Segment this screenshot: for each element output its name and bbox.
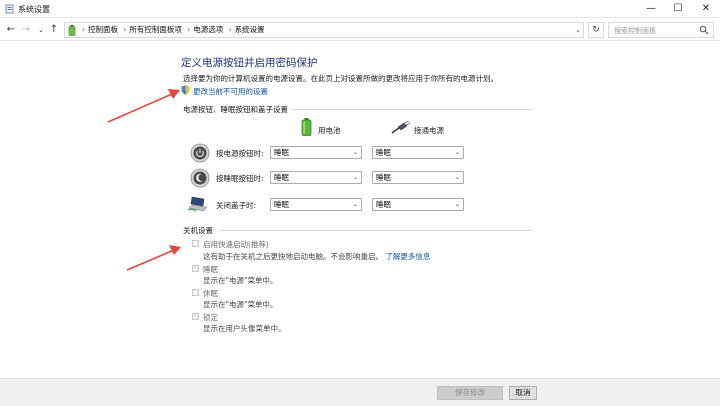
search-icon bbox=[699, 25, 709, 35]
refresh-button[interactable]: ↻ bbox=[588, 22, 604, 38]
chevron-down-icon: ⌄ bbox=[352, 174, 358, 181]
sleep-button-battery-select[interactable]: 睡眠 ⌄ bbox=[270, 171, 362, 184]
lock-checkbox[interactable] bbox=[192, 311, 199, 320]
sleep-option-description: 显示在"电源"菜单中。 bbox=[203, 276, 278, 285]
close-lid-label: 关闭盖子时: bbox=[216, 201, 257, 210]
forward-button[interactable]: → bbox=[19, 22, 33, 38]
lock-option-label: 锁定 bbox=[203, 313, 218, 322]
chevron-down-icon: ⌄ bbox=[454, 174, 460, 181]
hibernate-checkbox[interactable] bbox=[192, 289, 199, 296]
page-title: 定义电源按钮并启用密码保护 bbox=[181, 57, 318, 69]
hibernate-option-label: 休眠 bbox=[203, 289, 218, 298]
sleep-option-label: 睡眠 bbox=[203, 265, 218, 274]
close-lid-plugged-select[interactable]: 睡眠 ⌄ bbox=[372, 198, 464, 211]
recent-locations-button[interactable]: ⌄ bbox=[34, 22, 48, 38]
plugged-in-column-header: 接通电源 bbox=[414, 126, 444, 135]
close-lid-battery-select[interactable]: 睡眠 ⌄ bbox=[270, 198, 362, 211]
breadcrumb-item[interactable]: 控制面板 bbox=[88, 25, 118, 34]
up-button[interactable]: ↑ bbox=[47, 22, 61, 38]
save-changes-button[interactable]: 保存修改 bbox=[437, 386, 503, 400]
chevron-down-icon: ⌄ bbox=[454, 149, 460, 156]
search-placeholder: 搜索控制面板 bbox=[614, 27, 656, 35]
sleep-checkbox[interactable] bbox=[192, 263, 199, 272]
change-unavailable-settings-link[interactable]: 更改当前不可用的设置 bbox=[193, 86, 268, 97]
window-title: 系统设置 bbox=[18, 5, 50, 14]
fast-startup-checkbox[interactable] bbox=[192, 240, 199, 247]
fast-startup-description: 这有助于在关机之后更快地启动电脑。不会影响重启。 了解更多信息 bbox=[203, 252, 431, 261]
close-button[interactable]: ✕ bbox=[692, 0, 720, 18]
page-description: 选择要为你的计算机设置的电源设置。在此页上对设置所做的更改将应用于你所有的电源计… bbox=[183, 74, 498, 83]
power-plug-icon bbox=[391, 121, 411, 134]
battery-icon bbox=[68, 25, 76, 36]
minimize-button[interactable]: — bbox=[637, 0, 665, 18]
lock-option-description: 显示在用户头像菜单中。 bbox=[203, 324, 286, 333]
fast-startup-label: 启用快速启动(推荐) bbox=[203, 240, 269, 249]
learn-more-link[interactable]: 了解更多信息 bbox=[385, 252, 430, 261]
address-bar[interactable]: › 控制面板 › 所有控制面板项 › 电源选项 › 系统设置 ⌄ bbox=[64, 22, 584, 38]
chevron-down-icon: ⌄ bbox=[352, 201, 358, 208]
footer-bar: 保存修改 取消 bbox=[0, 378, 720, 406]
breadcrumb-item[interactable]: 电源选项 bbox=[193, 25, 223, 34]
laptop-lid-icon bbox=[188, 196, 208, 212]
chevron-down-icon: ⌄ bbox=[454, 201, 460, 208]
shutdown-section-title: 关机设置 bbox=[183, 226, 213, 235]
power-button-label: 按电源按钮时: bbox=[216, 149, 264, 158]
shield-icon bbox=[181, 85, 190, 95]
chevron-down-icon: ⌄ bbox=[352, 149, 358, 156]
hibernate-option-description: 显示在"电源"菜单中。 bbox=[203, 300, 278, 309]
sleep-button-icon bbox=[190, 168, 210, 188]
sleep-button-label: 按睡眠按钮时: bbox=[216, 174, 264, 183]
breadcrumb-item[interactable]: 系统设置 bbox=[235, 25, 265, 34]
title-bar: 系统设置 — ☐ ✕ bbox=[0, 0, 720, 18]
cancel-button[interactable]: 取消 bbox=[509, 386, 537, 400]
power-button-icon bbox=[190, 143, 210, 163]
sleep-button-plugged-select[interactable]: 睡眠 ⌄ bbox=[372, 171, 464, 184]
navigation-bar: ← → ⌄ ↑ › 控制面板 › 所有控制面板项 › 电源选项 › 系统设置 ⌄ ↻ 搜… bbox=[0, 19, 720, 41]
battery-icon bbox=[301, 118, 312, 136]
address-dropdown-icon[interactable]: ⌄ bbox=[575, 24, 581, 36]
section-divider bbox=[292, 109, 532, 110]
breadcrumb: › 控制面板 › 所有控制面板项 › 电源选项 › 系统设置 bbox=[82, 25, 265, 34]
back-button[interactable]: ← bbox=[4, 22, 18, 38]
app-icon bbox=[5, 4, 14, 14]
power-button-plugged-select[interactable]: 睡眠 ⌄ bbox=[372, 146, 464, 159]
section-divider bbox=[219, 230, 532, 231]
power-button-battery-select[interactable]: 睡眠 ⌄ bbox=[270, 146, 362, 159]
breadcrumb-item[interactable]: 所有控制面板项 bbox=[129, 25, 182, 34]
search-input[interactable]: 搜索控制面板 bbox=[608, 22, 714, 38]
main-content: 定义电源按钮并启用密码保护 选择要为你的计算机设置的电源设置。在此页上对设置所做… bbox=[0, 42, 720, 378]
maximize-button[interactable]: ☐ bbox=[664, 0, 692, 18]
battery-column-header: 用电池 bbox=[318, 126, 341, 135]
power-section-title: 电源按钮、睡眠按钮和盖子设置 bbox=[183, 105, 288, 114]
